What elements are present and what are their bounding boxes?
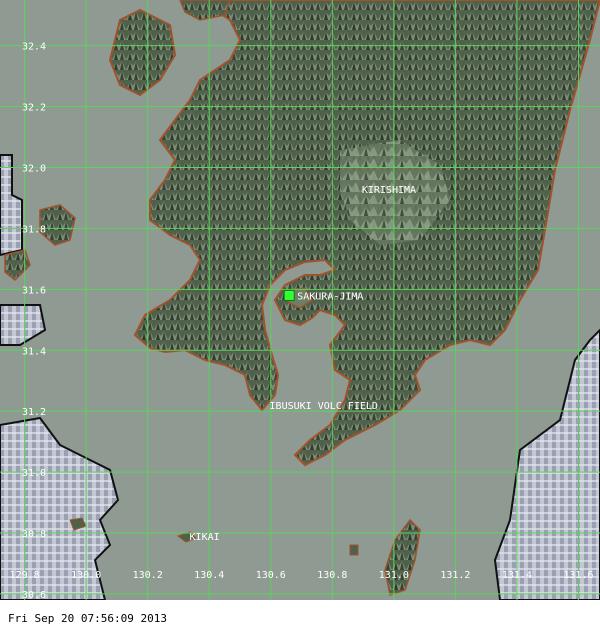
volcano-ibusuki-volc-field: IBUSUKI VOLC FIELD	[270, 401, 378, 412]
volcano-label: IBUSUKI VOLC FIELD	[270, 401, 378, 412]
hotspot-marker	[283, 289, 295, 301]
lat-label: 31.4	[22, 346, 46, 357]
lat-label: 31.0	[22, 468, 46, 479]
lat-label: 31.8	[22, 224, 46, 235]
lon-label: 130.8	[317, 570, 347, 581]
lat-label: 30.8	[22, 529, 46, 540]
lon-label: 130.6	[256, 570, 286, 581]
lat-label: 31.6	[22, 285, 46, 296]
lat-label: 32.4	[22, 42, 46, 53]
lon-label: 131.0	[379, 570, 409, 581]
volcano-label: SAKURA-JIMA	[297, 291, 363, 302]
lat-label: 31.2	[22, 407, 46, 418]
lon-label: 130.2	[133, 570, 163, 581]
lon-label: 131.2	[440, 570, 470, 581]
lon-label: 131.6	[563, 570, 593, 581]
volcano-map: 32.4 32.2 32.0 31.8 31.6 31.4 31.2 31.0 30.8 30.6…	[0, 0, 600, 600]
volcano-label: KIRISHIMA	[362, 185, 416, 196]
volcano-label: KIKAI	[190, 532, 220, 543]
lon-label: 130.4	[194, 570, 224, 581]
lon-label: 130.0	[71, 570, 101, 581]
lat-label: 30.6	[22, 590, 46, 600]
lat-label: 32.0	[22, 164, 46, 175]
lat-label: 32.2	[22, 103, 46, 114]
lon-label: 131.4	[502, 570, 532, 581]
lon-label: 129.8	[10, 570, 40, 581]
timestamp: Fri Sep 20 07:56:09 2013	[8, 612, 167, 625]
volcano-kirishima: KIRISHIMA	[362, 185, 416, 196]
volcano-kikai: KIKAI	[190, 532, 220, 543]
